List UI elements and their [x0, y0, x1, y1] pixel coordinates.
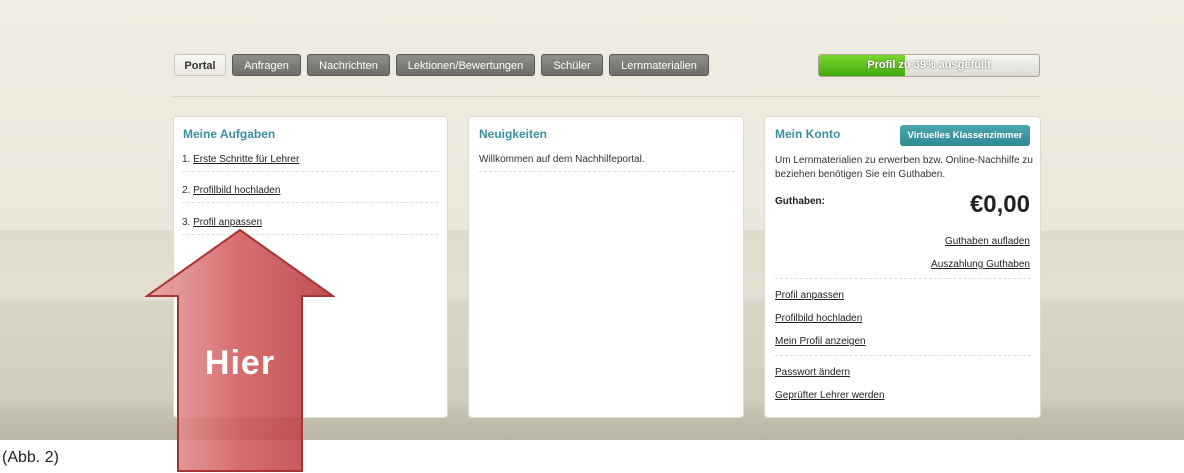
tab-lektionen-bewertungen[interactable]: Lektionen/Bewertungen [396, 54, 535, 76]
tab-nachrichten[interactable]: Nachrichten [307, 54, 390, 76]
task-number: 2. [182, 185, 191, 196]
task-link-profilbild[interactable]: Profilbild hochladen [193, 185, 280, 196]
virtual-classroom-button[interactable]: Virtuelles Klassenzimmer [900, 125, 1030, 146]
task-link-erste-schritte[interactable]: Erste Schritte für Lehrer [193, 154, 299, 165]
link-profil-anpassen[interactable]: Profil anpassen [775, 290, 844, 301]
tab-lernmaterialien[interactable]: Lernmaterialien [609, 54, 709, 76]
profile-progress-bar: Profil zu 39% ausgefüllt [818, 54, 1040, 77]
tasks-panel-title: Meine Aufgaben [183, 127, 276, 141]
payout-balance-link[interactable]: Auszahlung Guthaben [931, 259, 1030, 270]
task-link-profil-anpassen[interactable]: Profil anpassen [193, 217, 262, 228]
profile-progress-label: Profil zu 39% ausgefüllt [867, 59, 991, 71]
tab-anfragen[interactable]: Anfragen [232, 54, 301, 76]
account-divider [775, 355, 1031, 356]
task-item: 1. Erste Schritte für Lehrer [182, 154, 438, 172]
balance-value: €0,00 [969, 191, 1030, 218]
news-panel-title: Neuigkeiten [479, 127, 548, 141]
tab-portal[interactable]: Portal [174, 54, 226, 76]
news-panel: Neuigkeiten Willkommen auf dem Nachhilfe… [468, 116, 744, 418]
account-description: Um Lernmaterialien zu erwerben bzw. Onli… [775, 155, 1033, 180]
link-passwort-aendern[interactable]: Passwort ändern [775, 367, 850, 378]
balance-label: Guthaben: [775, 196, 825, 207]
hint-arrow-label: Hier [204, 344, 276, 382]
task-item: 2. Profilbild hochladen [182, 185, 438, 203]
task-number: 3. [182, 217, 191, 228]
link-profilbild-hochladen[interactable]: Profilbild hochladen [775, 313, 862, 324]
tab-schueler[interactable]: Schüler [541, 54, 603, 76]
topup-balance-link[interactable]: Guthaben aufladen [945, 236, 1030, 247]
link-mein-profil-anzeigen[interactable]: Mein Profil anzeigen [775, 336, 866, 347]
header-divider [173, 96, 1040, 97]
link-gepruefter-lehrer[interactable]: Geprüfter Lehrer werden [775, 390, 885, 401]
account-panel: Mein Konto Um Lernmaterialien zu erwerbe… [764, 116, 1041, 418]
news-item: Willkommen auf dem Nachhilfeportal. [479, 154, 735, 172]
account-divider [775, 278, 1031, 279]
account-panel-title: Mein Konto [775, 127, 841, 141]
figure-caption: (Abb. 2) [2, 449, 59, 466]
task-number: 1. [182, 154, 191, 165]
